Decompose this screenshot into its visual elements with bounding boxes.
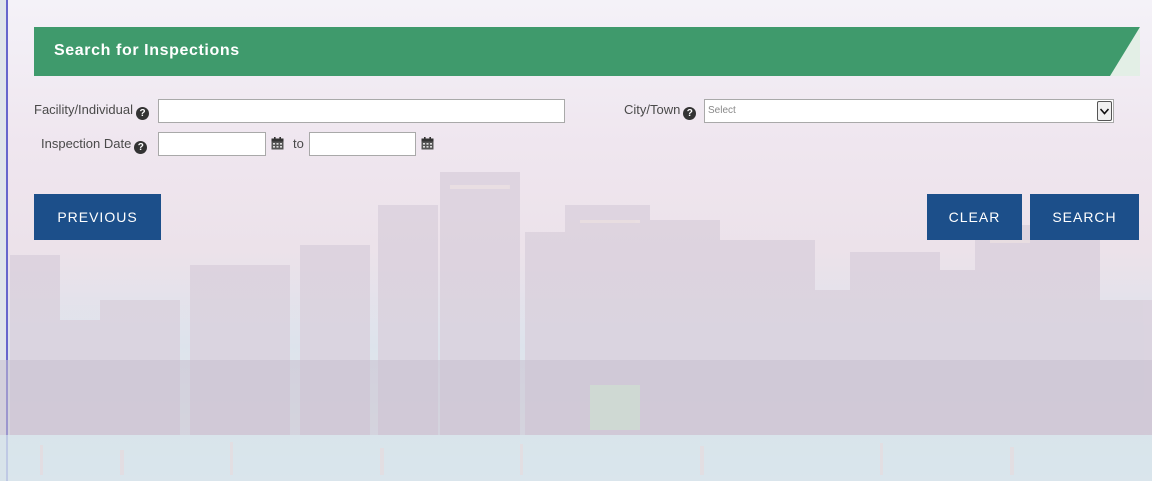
date-from-input[interactable] bbox=[158, 132, 266, 156]
city-select-value: Select bbox=[708, 105, 736, 116]
city-label: City/Town bbox=[624, 102, 681, 117]
question-circle-icon[interactable]: ? bbox=[136, 107, 149, 120]
date-label-group: Inspection Date? bbox=[41, 136, 148, 154]
question-circle-icon[interactable]: ? bbox=[683, 107, 697, 120]
city-select[interactable]: Select bbox=[704, 99, 1114, 123]
facility-label: Facility/Individual bbox=[34, 102, 133, 117]
question-circle-icon[interactable]: ? bbox=[134, 141, 148, 154]
previous-button[interactable]: PREVIOUS bbox=[34, 194, 161, 240]
city-label-group: City/Town? bbox=[624, 102, 697, 120]
calendar-icon[interactable] bbox=[421, 137, 434, 150]
date-label: Inspection Date bbox=[41, 136, 132, 151]
date-to-input[interactable] bbox=[309, 132, 416, 156]
facility-input[interactable] bbox=[158, 99, 565, 123]
facility-label-group: Facility/Individual? bbox=[34, 102, 149, 120]
date-range-to-label: to bbox=[293, 136, 304, 151]
search-button[interactable]: SEARCH bbox=[1030, 194, 1139, 240]
page-title: Search for Inspections bbox=[54, 42, 240, 59]
section-header: Search for Inspections bbox=[34, 27, 1140, 76]
chevron-down-icon[interactable] bbox=[1097, 101, 1112, 121]
calendar-icon[interactable] bbox=[271, 137, 284, 150]
clear-button[interactable]: CLEAR bbox=[927, 194, 1022, 240]
